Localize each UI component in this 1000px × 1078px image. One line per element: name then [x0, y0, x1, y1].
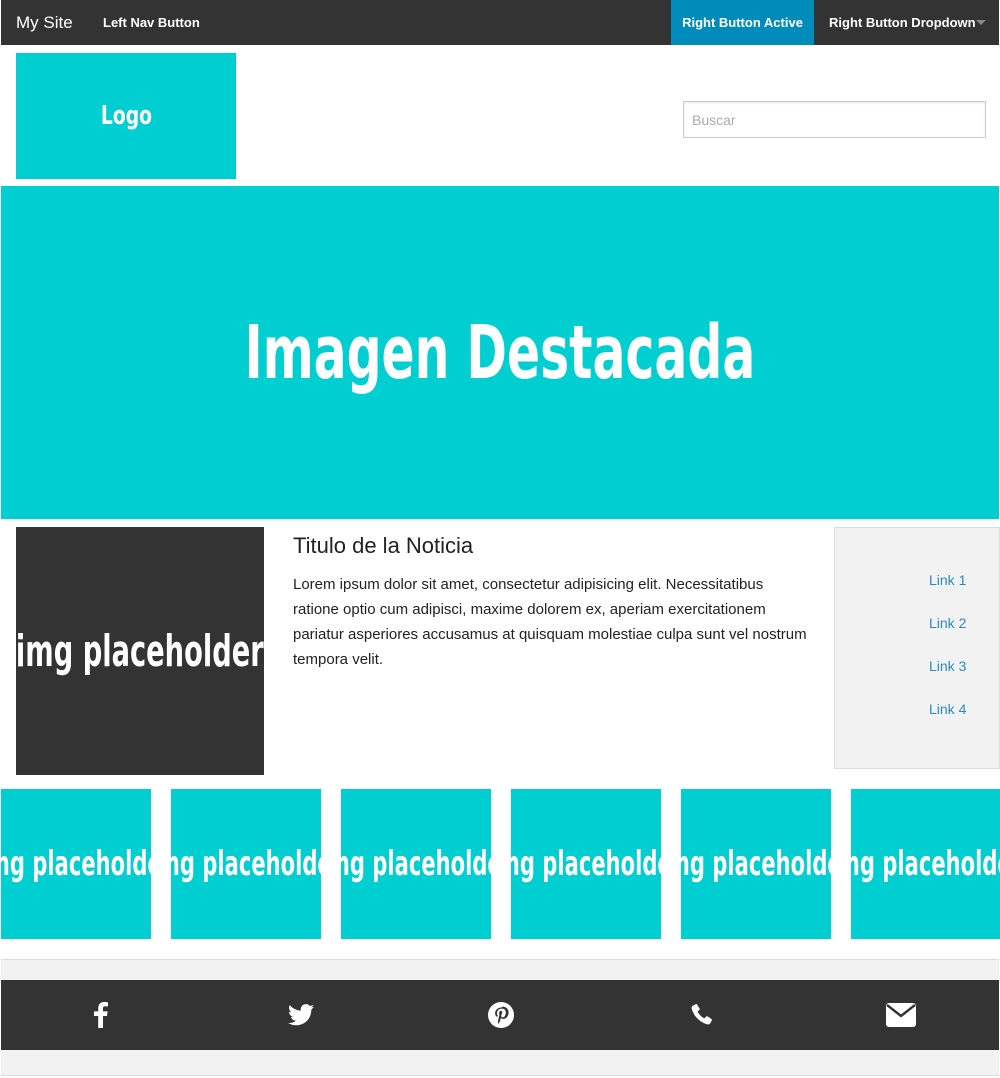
twitter-icon[interactable]	[281, 980, 321, 1050]
search-input[interactable]	[683, 101, 986, 138]
thumbnail-image[interactable]: img placeholder	[1, 789, 151, 939]
thumbnail-image[interactable]: img placeholder	[341, 789, 491, 939]
thumbnail-text: img placeholder	[1, 844, 151, 884]
featured-image: Imagen Destacada	[1, 186, 999, 519]
pinterest-icon[interactable]	[481, 980, 521, 1050]
envelope-icon[interactable]	[881, 980, 921, 1050]
thumbnail-image[interactable]: img placeholder	[171, 789, 321, 939]
logo[interactable]: Logo	[16, 53, 236, 179]
top-navbar: My Site Left Nav Button Right Button Act…	[1, 0, 999, 45]
social-footer	[1, 980, 999, 1050]
footer-divider-strip	[1, 959, 999, 980]
thumbnail-text: img placeholder	[681, 844, 831, 884]
sidebar-link-4[interactable]: Link 4	[929, 701, 966, 717]
thumbnail-text: img placeholder	[511, 844, 661, 884]
thumbnail-image[interactable]: img placeholder	[681, 789, 831, 939]
featured-image-text: Imagen Destacada	[244, 309, 756, 396]
sidebar-link-1[interactable]: Link 1	[929, 572, 966, 588]
thumbnail-text: img placeholder	[341, 844, 491, 884]
article-image-text: img placeholder	[16, 625, 264, 677]
chevron-down-icon[interactable]	[976, 20, 986, 25]
left-nav-button[interactable]: Left Nav Button	[103, 0, 200, 45]
footer-bottom-strip	[1, 1050, 999, 1076]
site-brand[interactable]: My Site	[16, 0, 73, 45]
sidebar: Link 1 Link 2 Link 3 Link 4	[834, 527, 1000, 769]
thumbnail-image[interactable]: img placeholder	[511, 789, 661, 939]
logo-text: Logo	[100, 101, 152, 131]
article-body: Lorem ipsum dolor sit amet, consectetur …	[293, 576, 807, 668]
facebook-icon[interactable]	[81, 980, 121, 1050]
right-button-active[interactable]: Right Button Active	[671, 0, 814, 45]
sidebar-link-2[interactable]: Link 2	[929, 615, 966, 631]
thumbnail-text: img placeholder	[851, 844, 1000, 884]
sidebar-link-3[interactable]: Link 3	[929, 658, 966, 674]
thumbnail-text: img placeholder	[171, 844, 321, 884]
article-title: Titulo de la Noticia	[293, 533, 474, 558]
article-image: img placeholder	[16, 527, 264, 775]
phone-icon[interactable]	[681, 980, 721, 1050]
right-button-dropdown[interactable]: Right Button Dropdown	[829, 0, 976, 45]
thumbnail-image[interactable]: img placeholder	[851, 789, 1000, 939]
